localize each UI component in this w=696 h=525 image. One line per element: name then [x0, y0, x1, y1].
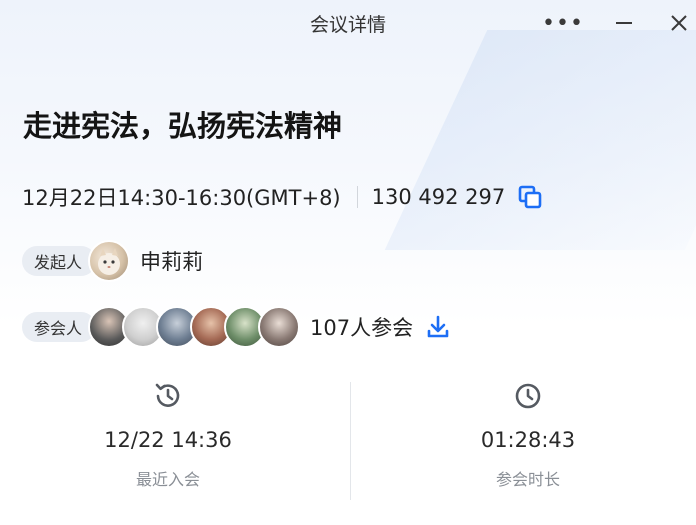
attendees-label: 参会人 [34, 319, 83, 338]
attendee-count: 107人参会 [310, 316, 414, 340]
minimize-icon [616, 22, 632, 24]
last-join-stat: 12/22 14:36 最近入会 [48, 378, 288, 490]
meeting-info-row: 12月22日14:30-16:30(GMT+8) 130 492 297 [22, 180, 543, 214]
stats-divider [350, 382, 351, 500]
duration-label: 参会时长 [495, 470, 560, 489]
copy-icon [518, 185, 542, 209]
host-avatar[interactable] [88, 240, 131, 282]
last-join-label: 最近入会 [135, 470, 200, 489]
more-options-button[interactable]: ••• [542, 6, 583, 40]
close-button[interactable] [662, 6, 696, 40]
duration-stat: 01:28:43 参会时长 [408, 378, 648, 490]
stats-section: 12/22 14:36 最近入会 01:28:43 参会时长 [0, 378, 696, 503]
host-name: 申莉莉 [140, 250, 204, 274]
host-label-chip: 发起人 [22, 246, 97, 276]
history-icon [155, 383, 180, 407]
attendee-avatar-stack[interactable] [88, 306, 301, 348]
minimize-button[interactable] [607, 6, 641, 40]
cat-avatar-icon [98, 248, 121, 275]
duration-value: 01:28:43 [480, 428, 576, 452]
window-title: 会议详情 [309, 14, 386, 36]
attendees-row: 参会人 107人参会 [22, 306, 451, 348]
host-label: 发起人 [34, 253, 83, 272]
attendees-label-chip: 参会人 [22, 312, 97, 342]
background-decoration [384, 30, 696, 250]
last-join-value: 12/22 14:36 [104, 428, 232, 452]
host-row: 发起人 申莉莉 [22, 240, 203, 282]
more-icon: ••• [542, 10, 584, 36]
meeting-time: 12月22日14:30-16:30(GMT+8) [22, 186, 341, 210]
meeting-details-window: 会议详情 ••• 走进宪法，弘扬宪法精神 12月22日14:30-16:30(G… [0, 0, 696, 525]
clock-icon [515, 383, 541, 409]
export-attendees-button[interactable] [425, 314, 451, 340]
attendee-avatar[interactable] [258, 306, 301, 348]
close-icon [671, 15, 687, 31]
divider [356, 186, 358, 208]
download-icon [427, 315, 449, 338]
meeting-title: 走进宪法，弘扬宪法精神 [23, 109, 343, 143]
title-bar: 会议详情 ••• [0, 0, 696, 48]
copy-id-button[interactable] [517, 184, 543, 210]
meeting-id: 130 492 297 [371, 185, 506, 209]
